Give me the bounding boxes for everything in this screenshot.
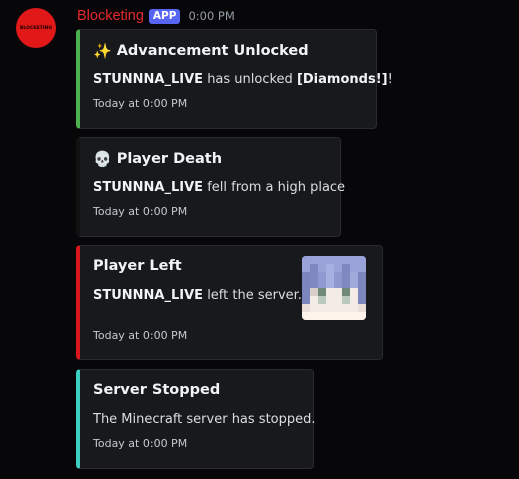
embed-player-death: 💀 Player Death STUNNNA_LIVE fell from a … <box>76 137 345 237</box>
player-name: STUNNNA_LIVE <box>93 288 204 303</box>
message-timestamp[interactable]: 0:00 PM <box>188 9 234 23</box>
message-header: Blocketing APP 0:00 PM <box>77 7 235 25</box>
skull-icon: 💀 <box>93 150 112 168</box>
desc-text: fell from a high place <box>203 180 346 195</box>
embed-title-text: Server Stopped <box>93 382 221 398</box>
player-skin-thumbnail[interactable] <box>302 256 366 320</box>
desc-suffix: ! <box>387 72 393 87</box>
embed-footer-timestamp: Today at 0:00 PM <box>93 205 188 218</box>
player-name: STUNNNA_LIVE <box>93 180 204 195</box>
embed-footer-timestamp: Today at 0:00 PM <box>93 329 188 342</box>
embed-title: 💀 Player Death <box>93 150 222 168</box>
bot-message: BLOCKETING Blocketing APP 0:00 PM ✨ Adva… <box>0 0 519 479</box>
desc-text: has unlocked <box>203 72 297 87</box>
embed-advancement: ✨ Advancement Unlocked STUNNNA_LIVE has … <box>76 29 393 129</box>
embed-description: STUNNNA_LIVE left the server. <box>93 288 302 303</box>
embed-player-left: Player Left STUNNNA_LIVE left the server… <box>76 245 383 360</box>
advancement-name: [Diamonds!] <box>296 72 388 87</box>
embed-title-text: Advancement Unlocked <box>116 43 309 59</box>
player-name: STUNNNA_LIVE <box>93 72 204 87</box>
embed-description: STUNNNA_LIVE has unlocked [Diamonds!]! <box>93 72 393 87</box>
embed-description: The Minecraft server has stopped. <box>93 412 316 427</box>
embed-description: STUNNNA_LIVE fell from a high place <box>93 180 345 195</box>
embed-footer-timestamp: Today at 0:00 PM <box>93 97 188 110</box>
embed-title: ✨ Advancement Unlocked <box>93 42 309 60</box>
sparkles-icon: ✨ <box>93 42 112 60</box>
embed-title: Server Stopped <box>93 382 220 398</box>
embed-title-text: Player Left <box>93 258 182 274</box>
embed-server-stopped: Server Stopped The Minecraft server has … <box>76 369 316 469</box>
embed-title-text: Player Death <box>116 151 223 167</box>
app-badge: APP <box>148 8 181 24</box>
embed-title: Player Left <box>93 258 182 274</box>
bot-username[interactable]: Blocketing <box>77 8 144 24</box>
avatar-logo-text: BLOCKETING <box>19 25 53 31</box>
desc-text: left the server. <box>203 288 302 303</box>
bot-avatar[interactable]: BLOCKETING <box>16 8 56 48</box>
embed-footer-timestamp: Today at 0:00 PM <box>93 437 188 450</box>
